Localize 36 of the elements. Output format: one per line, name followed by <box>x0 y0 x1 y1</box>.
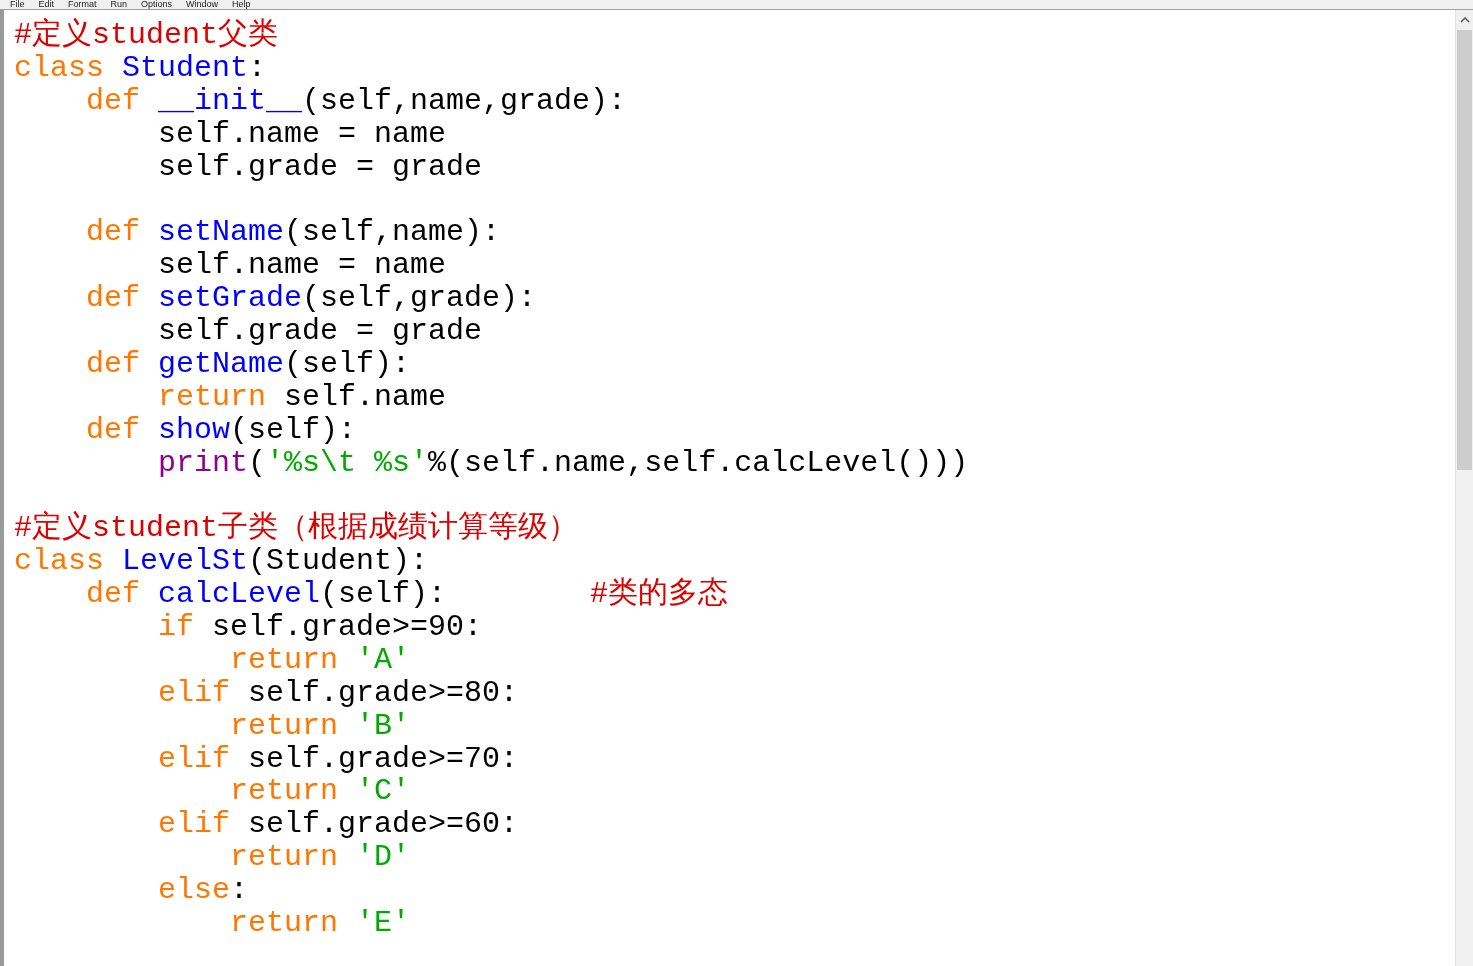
code-line: class LevelSt(Student): <box>14 545 430 579</box>
menu-item[interactable]: Help <box>232 0 251 9</box>
code-line: elif self.grade>=70: <box>157 742 520 776</box>
code-editor[interactable] <box>4 10 1455 966</box>
code-line: return self.name <box>157 380 448 414</box>
code-line: return 'B' <box>229 709 412 743</box>
code-line: return 'C' <box>229 775 412 809</box>
code-line: if self.grade>=90: <box>157 611 484 644</box>
scrollbar-thumb[interactable] <box>1457 30 1472 470</box>
code-line: return 'E' <box>229 907 412 940</box>
code-line: self.name = name <box>157 117 448 151</box>
code-line: self.grade = grade <box>157 315 484 348</box>
code-line: print('%s\t %s'%(self.name,self.calcLevel())) <box>157 446 970 480</box>
menu-item[interactable]: Run <box>110 0 128 9</box>
code-line: #定义student子类（根据成绩计算等级） <box>14 512 580 546</box>
menu-item[interactable]: Options <box>141 0 173 9</box>
code-line: else: <box>157 874 250 908</box>
code-line: return 'D' <box>229 841 412 875</box>
code-line: #定义student父类 <box>14 19 280 52</box>
code-line: def show(self): <box>85 413 358 447</box>
code-line: self.name = name <box>157 249 448 283</box>
code-line: self.grade = grade <box>157 150 484 184</box>
code-line: def setName(self,name): <box>85 216 502 250</box>
menu-item[interactable]: Window <box>186 0 219 9</box>
scrollbar[interactable] <box>1455 10 1473 966</box>
code-line: def calcLevel(self): #类的多态 <box>85 578 730 612</box>
code-line: def setGrade(self,grade): <box>85 282 538 315</box>
code-line: elif self.grade>=80: <box>157 676 520 710</box>
menu-item[interactable]: File <box>10 0 25 9</box>
code-line: def __init__(self,name,grade): <box>85 84 628 118</box>
code-line: return 'A' <box>229 643 412 677</box>
code-line: elif self.grade>=60: <box>157 808 520 842</box>
code-line: class Student: <box>14 51 268 85</box>
menu-item[interactable]: Format <box>68 0 97 9</box>
code-line: def getName(self): <box>85 347 412 381</box>
menu-item[interactable]: Edit <box>38 0 55 9</box>
